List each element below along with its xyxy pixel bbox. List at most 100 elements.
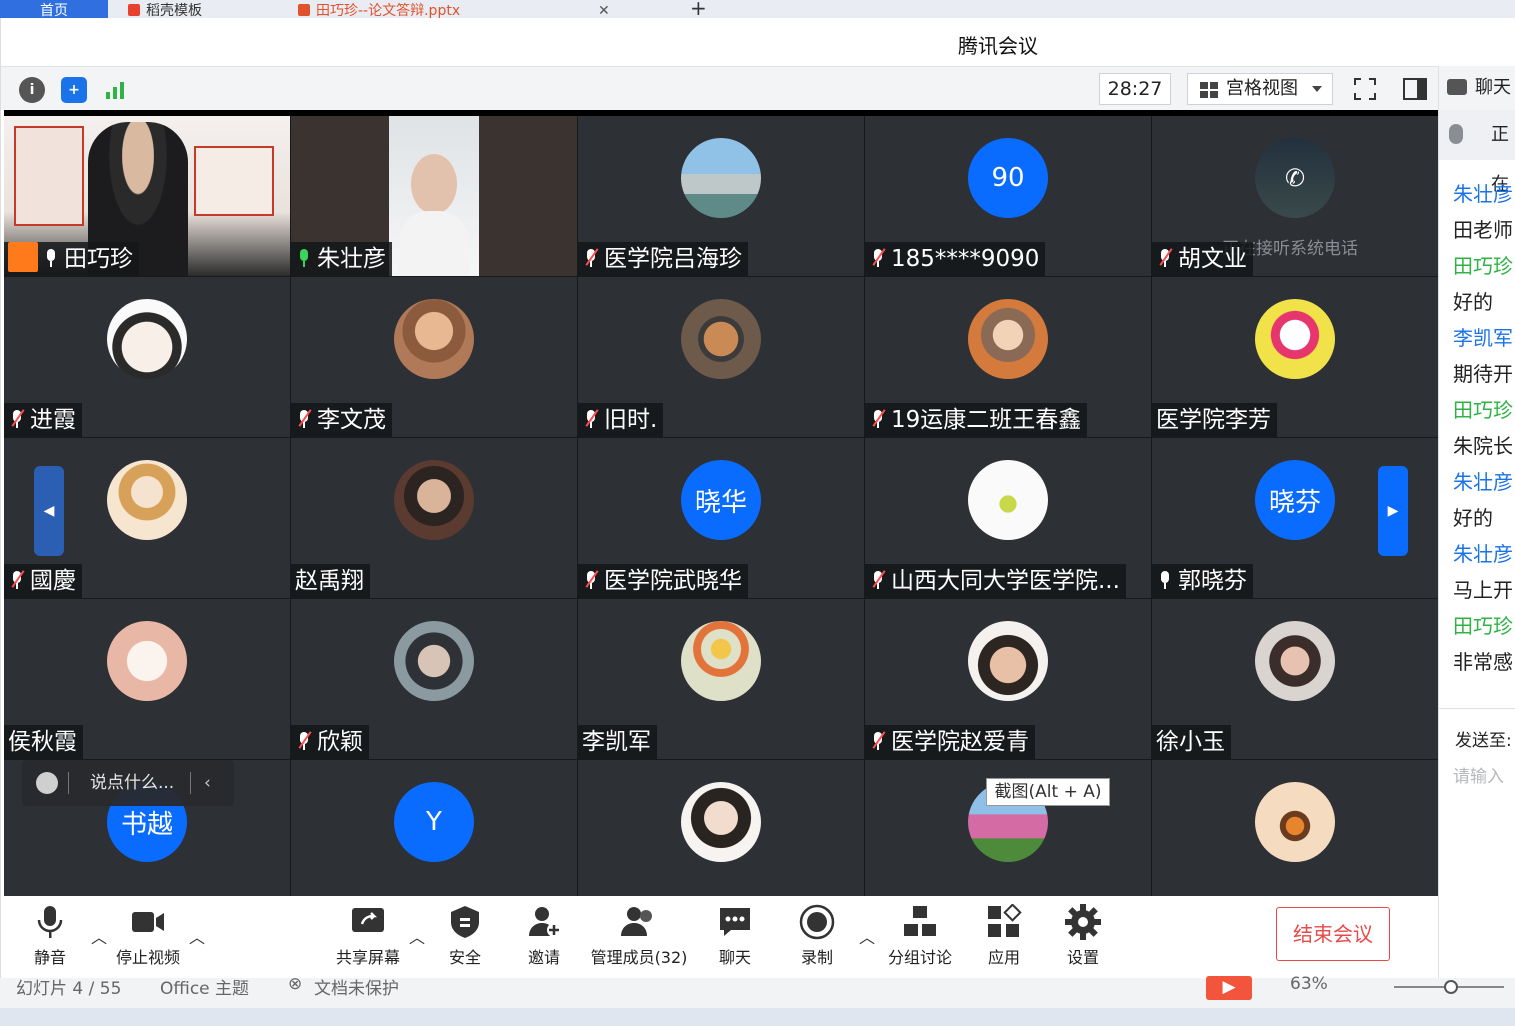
quick-message-bar[interactable]: 说点什么... ‹ (22, 760, 234, 806)
chat-message: 朱院长 (1453, 434, 1513, 458)
manage-members-button[interactable]: 管理成员(32) (583, 904, 695, 968)
chat-message: 期待开 (1453, 362, 1513, 386)
os-taskbar (0, 1008, 1515, 1026)
participant-avatar (681, 138, 761, 218)
chevron-up-icon[interactable]: ︿ (859, 924, 875, 948)
members-icon (621, 904, 657, 940)
participant-tile[interactable]: 医学院赵爱青 (865, 599, 1151, 759)
zoom-slider-thumb[interactable] (1444, 980, 1458, 994)
participant-tile[interactable]: 旧时. (578, 277, 864, 437)
participant-avatar: ✆ (1255, 138, 1335, 218)
participant-name-tag: 医学院武晓华 (578, 564, 748, 598)
chevron-up-icon[interactable]: ︿ (189, 924, 205, 948)
quick-message-input[interactable]: 说点什么... (90, 760, 174, 806)
chat-message: 好的 (1453, 506, 1493, 530)
chat-tab[interactable]: 聊天 (1439, 66, 1515, 110)
zoom-level: 63% (1290, 974, 1328, 994)
participant-tile[interactable]: 李文茂 (291, 277, 577, 437)
share-screen-button[interactable]: 共享屏幕 (323, 904, 413, 968)
security-button[interactable]: 安全 (420, 904, 510, 968)
mute-button[interactable]: 静音 (5, 904, 95, 968)
fullscreen-icon[interactable] (1349, 73, 1381, 105)
info-icon[interactable]: i (19, 77, 45, 103)
apps-button[interactable]: 应用 (959, 903, 1049, 968)
participant-tile[interactable]: 90 185****9090 (865, 116, 1151, 276)
settings-button[interactable]: 设置 (1038, 904, 1128, 968)
send-to-label: 发送至: (1455, 731, 1512, 751)
tab-docer-templates[interactable]: 稻壳模板 (118, 0, 278, 18)
participant-tile[interactable] (578, 760, 864, 896)
participant-tile[interactable]: 山西大同大学医学院... (865, 438, 1151, 598)
participant-avatar (681, 621, 761, 701)
chat-input[interactable]: 请输入 (1453, 762, 1504, 787)
participant-name-tag: 赵禹翔 (291, 564, 370, 598)
participant-tile[interactable]: 田巧珍 (4, 116, 290, 276)
chat-message: 田巧珍 (1453, 614, 1513, 638)
participant-tile[interactable]: 19运康二班王春鑫 (865, 277, 1151, 437)
breakout-rooms-button[interactable]: 分组讨论 (875, 904, 965, 968)
window-title: 腾讯会议 (958, 34, 1038, 58)
record-button[interactable]: 录制 (772, 904, 862, 968)
mic-muted-icon (869, 730, 887, 752)
participant-tile[interactable]: 进霞 (4, 277, 290, 437)
participant-tile[interactable]: ✆ 正在接听系统电话 胡文业 (1152, 116, 1438, 276)
chat-button[interactable]: 聊天 (690, 904, 780, 968)
participant-tile[interactable]: 医学院吕海珍 (578, 116, 864, 276)
participant-tile[interactable]: 医学院李芳 (1152, 277, 1438, 437)
participant-name-tag: 进霞 (4, 403, 82, 437)
chat-message: 非常感 (1453, 650, 1513, 674)
participant-avatar: 晓华 (681, 460, 761, 540)
participant-tile[interactable] (1152, 760, 1438, 896)
participant-tile[interactable]: 赵禹翔 (291, 438, 577, 598)
chat-message: 田老师 (1453, 218, 1513, 242)
slideshow-play-icon[interactable]: ▶ (1206, 976, 1252, 1000)
add-user-icon (526, 904, 562, 940)
participant-name-tag: 山西大同大学医学院... (865, 564, 1126, 598)
invite-button[interactable]: 邀请 (499, 904, 589, 968)
theme-name: Office 主题 (160, 979, 250, 999)
collapse-icon[interactable]: ‹ (204, 760, 211, 806)
participant-name-tag: 185****9090 (865, 242, 1046, 276)
end-meeting-button[interactable]: 结束会议 (1276, 907, 1390, 961)
meeting-control-bar: 静音 ︿ 停止视频 ︿ 共享屏幕 ︿ 安全 邀请 管理成员(32) 聊天 录制 … (1, 896, 1438, 978)
participant-tile[interactable]: 徐小玉 (1152, 599, 1438, 759)
participant-tile[interactable]: 朱壮彦 (291, 116, 577, 276)
mic-muted-icon (582, 569, 600, 591)
tab-home[interactable]: 首页 (0, 0, 108, 18)
share-screen-icon (350, 904, 386, 940)
participant-avatar (394, 460, 474, 540)
participant-avatar (968, 299, 1048, 379)
participant-tile[interactable]: 侯秋霞 (4, 599, 290, 759)
participant-tile[interactable]: Y (291, 760, 577, 896)
mic-speaking-icon (295, 247, 313, 269)
participant-avatar: Y (394, 782, 474, 862)
previous-page-button[interactable]: ◀ (34, 466, 64, 556)
signal-icon[interactable] (103, 77, 129, 103)
shield-icon (447, 904, 483, 940)
stop-video-button[interactable]: 停止视频 (103, 904, 193, 968)
meeting-toolbar: i + 28:27 宫格视图 (1, 66, 1438, 110)
tab-pptx-file[interactable]: 田巧珍--论文答辩.pptx ✕ (288, 0, 648, 18)
participant-name-tag: 医学院赵爱青 (865, 725, 1035, 759)
view-mode-dropdown[interactable]: 宫格视图 (1187, 73, 1333, 105)
mic-on-icon (1156, 569, 1174, 591)
chat-message: 李凯军 (1453, 326, 1513, 350)
slide-counter: 幻灯片 4 / 55 (16, 979, 122, 999)
chat-message: 朱壮彦 (1453, 182, 1513, 206)
participant-tile[interactable]: 欣颖 (291, 599, 577, 759)
participant-name-tag: 田巧珍 (4, 242, 139, 276)
video-grid: 田巧珍 朱壮彦 医学院吕海珍 90 185****9090 ✆ 正在接听系统电话… (4, 110, 1438, 896)
next-page-button[interactable]: ▶ (1378, 466, 1408, 556)
emoji-icon[interactable] (36, 772, 58, 794)
participant-name-tag: 医学院吕海珍 (578, 242, 748, 276)
microphone-icon (32, 904, 68, 940)
participant-tile[interactable]: 李凯军 (578, 599, 864, 759)
record-icon (799, 904, 835, 940)
chat-message: 朱壮彦 (1453, 470, 1513, 494)
tab-close-icon[interactable]: ✕ (598, 0, 610, 18)
new-tab-button[interactable]: + (680, 0, 710, 18)
participant-avatar (968, 621, 1048, 701)
shield-icon[interactable]: + (61, 77, 87, 103)
sidebar-toggle-icon[interactable] (1399, 73, 1431, 105)
participant-tile[interactable]: 晓华 医学院武晓华 (578, 438, 864, 598)
